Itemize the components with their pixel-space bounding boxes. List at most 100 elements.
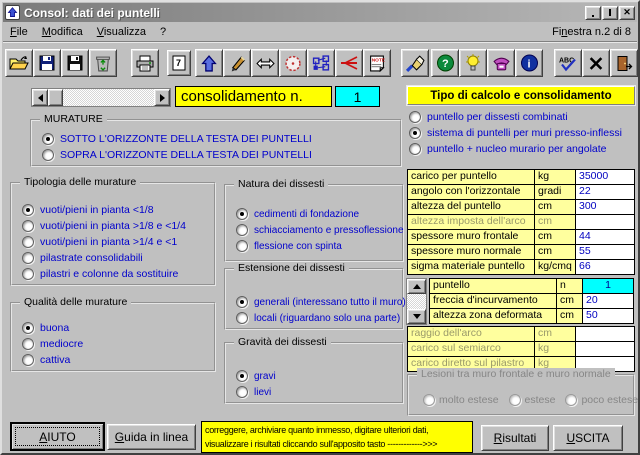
notes-icon: NOTE	[369, 55, 385, 72]
scrollbar-thumb[interactable]	[48, 89, 63, 106]
spellcheck-icon: ABC	[558, 55, 578, 72]
uscita-button[interactable]: USCITA	[553, 425, 623, 451]
minimize-button[interactable]	[585, 6, 601, 20]
edit-button[interactable]	[223, 49, 251, 77]
merge-button[interactable]	[335, 49, 363, 77]
compass-button[interactable]	[279, 49, 307, 77]
help-button[interactable]: ?	[431, 49, 459, 77]
paint-button[interactable]	[401, 49, 429, 77]
row-value-field[interactable]: 55	[576, 245, 634, 259]
spellcheck-button[interactable]: ABC	[554, 49, 582, 77]
scroll-left-button[interactable]	[32, 89, 48, 106]
radio-flessione[interactable]: flessione con spinta	[236, 238, 402, 254]
row-value-field[interactable]: 50	[583, 309, 633, 323]
radio-label: puntello per dissesti combinati	[427, 111, 568, 123]
row-label: carico per puntello	[408, 170, 534, 184]
left-arrow-icon	[34, 94, 43, 102]
row-value-field[interactable]: 22	[576, 185, 634, 199]
radio-sotto-orizzonte[interactable]: SOTTO L'ORIZZONTE DELLA TESTA DEI PUNTEL…	[42, 131, 400, 147]
row-label: spessore muro normale	[408, 245, 534, 259]
toolbar-group-page: 7	[167, 49, 191, 76]
radio-tipologia-3[interactable]: vuoti/pieni in pianta >1/4 e <1	[22, 234, 214, 250]
group-natura: Natura dei dissesti cedimenti di fondazi…	[224, 184, 404, 262]
row-unit: cm	[535, 245, 575, 259]
guida-button[interactable]: Guida in linea	[107, 424, 196, 450]
open-button[interactable]	[5, 49, 33, 77]
resize-button[interactable]	[251, 49, 279, 77]
spinner-down-button[interactable]	[407, 309, 426, 324]
radio-mediocre[interactable]: mediocre	[22, 336, 214, 352]
radio-label: pilastri e colonne da sostituire	[40, 268, 178, 280]
row-value-field[interactable]: 1	[583, 279, 633, 293]
horizontal-resize-icon	[256, 56, 275, 71]
radio-nucleo-murario[interactable]: puntello + nucleo murario per angolate	[409, 141, 639, 157]
row-unit: cm	[535, 200, 575, 214]
menu-file[interactable]: File	[3, 24, 35, 40]
row-value-field[interactable]: 20	[583, 294, 633, 308]
radio-dissesti-combinati[interactable]: puntello per dissesti combinati	[409, 109, 639, 125]
row-value-field[interactable]: 35000	[576, 170, 634, 184]
radio-circle	[22, 252, 34, 264]
menu-modifica[interactable]: Modifica	[35, 24, 90, 40]
risultati-button[interactable]: Risultati	[481, 425, 549, 451]
info-button[interactable]: i	[515, 49, 543, 77]
scrollbar-track[interactable]	[63, 89, 154, 106]
page-seven-button[interactable]: 7	[167, 50, 191, 76]
row-label: sigma materiale puntello	[408, 260, 534, 274]
radio-lievi[interactable]: lievi	[236, 384, 402, 400]
help-question-icon: ?	[436, 54, 455, 72]
group-title: Tipologia delle murature	[20, 176, 140, 188]
save-button[interactable]	[33, 49, 61, 77]
radio-tipologia-4[interactable]: pilastrate consolidabili	[22, 250, 214, 266]
radio-gravi[interactable]: gravi	[236, 368, 402, 384]
lightbulb-icon	[465, 54, 481, 72]
row-unit: gradi	[535, 185, 575, 199]
radio-generali[interactable]: generali (interessano tutto il muro)	[236, 294, 402, 310]
radio-locali[interactable]: locali (riguardano solo una parte)	[236, 310, 402, 326]
spinner-up-button[interactable]	[407, 279, 426, 294]
nodes-button[interactable]	[307, 49, 335, 77]
radio-sistema-puntelli[interactable]: sistema di puntelli per muri presso-infl…	[409, 125, 639, 141]
aiuto-button[interactable]: AIUTO	[11, 423, 104, 450]
row-label: freccia d'incurvamento	[430, 294, 556, 308]
close-button[interactable]: ✕	[619, 6, 635, 20]
row-value-field[interactable]: 44	[576, 230, 634, 244]
save-black-button[interactable]	[61, 49, 89, 77]
row-value-field[interactable]: 66	[576, 260, 634, 274]
radio-circle	[22, 354, 34, 366]
phone-button[interactable]	[487, 49, 515, 77]
tip-button[interactable]	[459, 49, 487, 77]
radio-circle	[22, 338, 34, 350]
radio-sopra-orizzonte[interactable]: SOPRA L'ORIZZONTE DELLA TESTA DEI PUNTEL…	[42, 147, 400, 163]
radio-circle	[565, 394, 577, 406]
svg-text:?: ?	[442, 58, 449, 70]
row-value-field[interactable]: 300	[576, 200, 634, 214]
cancel-button[interactable]	[582, 49, 610, 77]
maximize-button[interactable]	[602, 6, 618, 20]
up-button[interactable]	[195, 49, 223, 77]
radio-buona[interactable]: buona	[22, 320, 214, 336]
print-button[interactable]	[131, 49, 159, 77]
radio-circle	[409, 127, 421, 139]
radio-cedimenti[interactable]: cedimenti di fondazione	[236, 206, 402, 222]
exit-button[interactable]	[610, 49, 638, 77]
radio-tipologia-2[interactable]: vuoti/pieni in pianta >1/8 e <1/4	[22, 218, 214, 234]
radio-tipologia-1[interactable]: vuoti/pieni in pianta <1/8	[22, 202, 214, 218]
scroll-right-button[interactable]	[154, 89, 170, 106]
row-label: angolo con l'orizzontale	[408, 185, 534, 199]
menu-visualizza[interactable]: Visualizza	[90, 24, 153, 40]
radio-label: schiacciamento e pressoflessione	[254, 225, 404, 236]
radio-label: generali (interessano tutto il muro)	[254, 297, 406, 308]
radio-circle	[423, 394, 435, 406]
delete-record-button[interactable]	[89, 49, 117, 77]
radio-tipologia-5[interactable]: pilastri e colonne da sostituire	[22, 266, 214, 282]
up-arrow-icon	[413, 280, 421, 289]
menu-help[interactable]: ?	[153, 24, 173, 40]
radio-cattiva[interactable]: cattiva	[22, 352, 214, 368]
notes-button[interactable]: NOTE	[363, 49, 391, 77]
telephone-icon	[492, 55, 511, 72]
printer-icon	[135, 55, 155, 72]
record-number-field[interactable]: 1	[335, 86, 380, 107]
consol-window: Consol: dati dei puntelli ✕ File Modific…	[0, 0, 640, 455]
radio-schiacciamento[interactable]: schiacciamento e pressoflessione	[236, 222, 402, 238]
